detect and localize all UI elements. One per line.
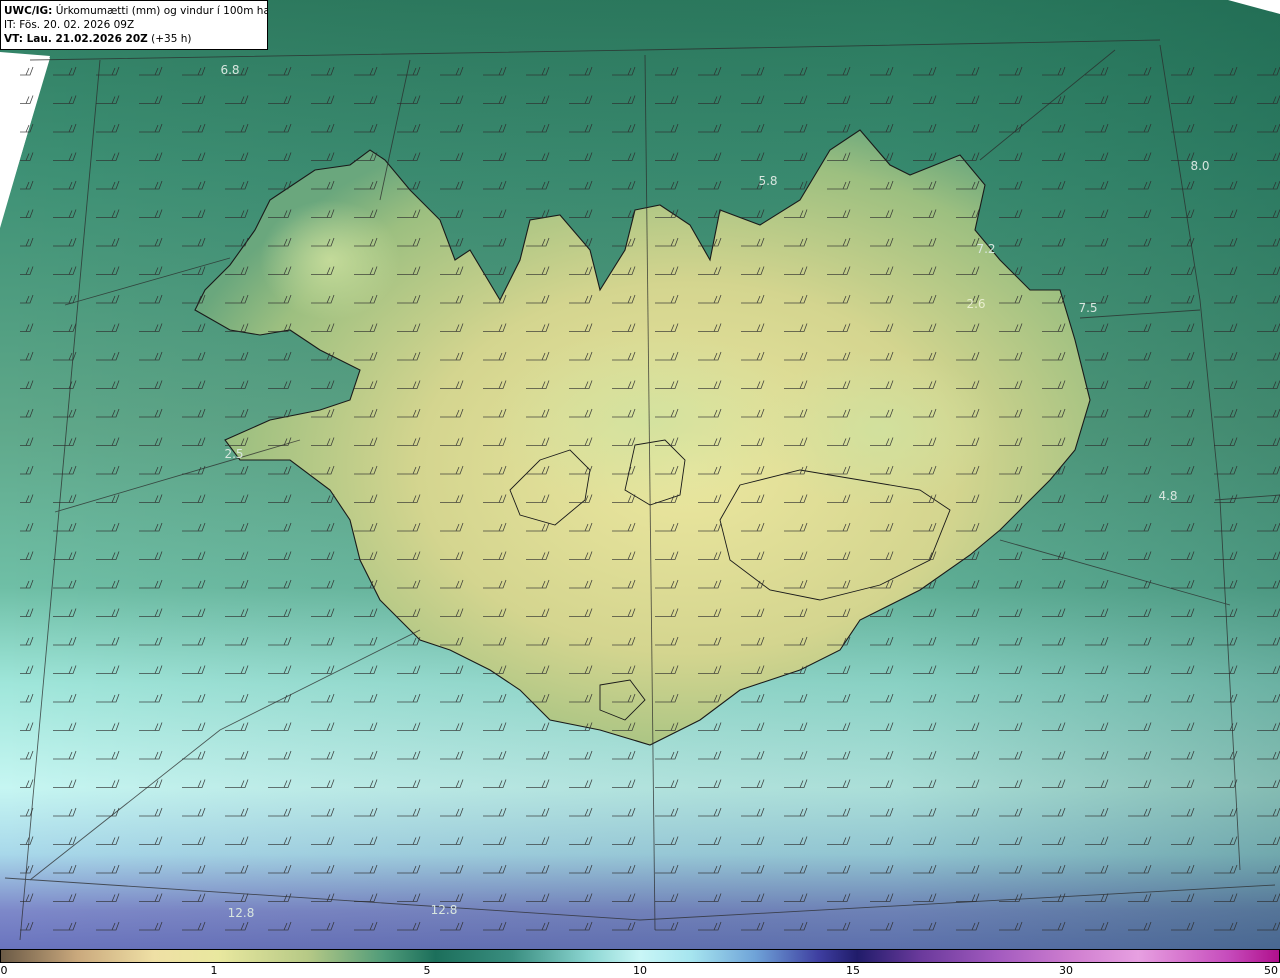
map-label-6: 7.5	[1078, 301, 1097, 315]
header-product-desc: Úrkomumætti (mm) og vindur í 100m hæð	[52, 5, 268, 17]
map-label-5: 2.6	[966, 297, 985, 311]
header-valid-time: VT: Lau. 21.02.2026 20Z	[4, 33, 148, 45]
header-title-line: UWC/IG: Úrkomumætti (mm) og vindur í 100…	[4, 4, 267, 18]
header-valid-line: VT: Lau. 21.02.2026 20Z (+35 h)	[4, 32, 264, 46]
map-label-9: 12.8	[228, 906, 255, 920]
colorbar-tick-1: 1	[210, 964, 218, 977]
colorbar-tick-10: 10	[633, 964, 647, 977]
map-label-7: 2.5	[224, 447, 243, 461]
colorbar-tick-50: 50	[1264, 964, 1278, 977]
colorbar-tick-15: 15	[846, 964, 860, 977]
header-init-time: IT: Fös. 20. 02. 2026 09Z	[4, 19, 135, 31]
map-label-1: 6.8	[220, 63, 239, 77]
colorbar: 0 1 5 10 15 30 50	[0, 949, 1280, 978]
map-label-3: 8.0	[1190, 159, 1209, 173]
header-product-code: UWC/IG:	[4, 5, 53, 17]
colorbar-tick-0: 0	[0, 964, 8, 977]
map-header: UWC/IG: Úrkomumætti (mm) og vindur í 100…	[0, 0, 268, 50]
map-label-2: 5.8	[758, 174, 777, 188]
map-label-4: 7.2	[976, 242, 995, 256]
forecast-map: 6.8 5.8 8.0 7.2 2.6 7.5 2.5 4.8 12.8 12.…	[0, 0, 1280, 949]
map-label-8: 4.8	[1158, 489, 1177, 503]
colorbar-tick-30: 30	[1059, 964, 1073, 977]
header-lead-time: (+35 h)	[147, 33, 192, 45]
map-label-10: 12.8	[431, 903, 458, 917]
colorbar-gradient	[0, 949, 1280, 963]
colorbar-tick-5: 5	[423, 964, 431, 977]
